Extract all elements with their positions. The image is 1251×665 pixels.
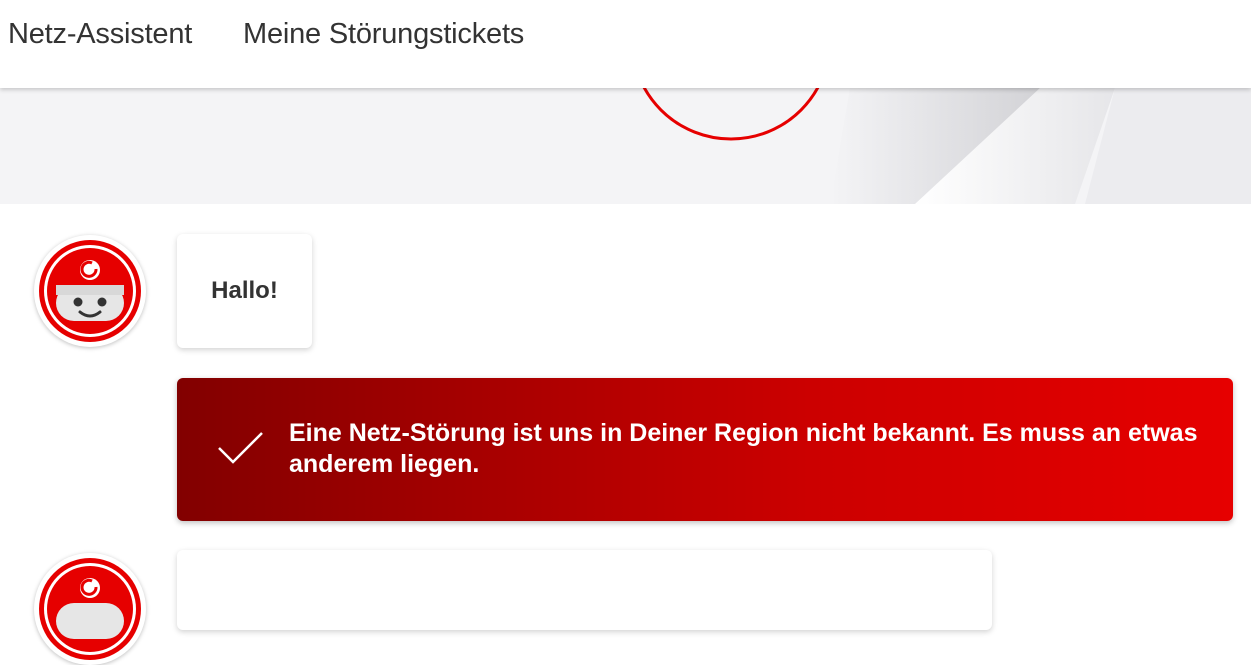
hero-banner [0,88,1251,204]
hero-ring-graphic [642,88,820,141]
nav-link-stoerungstickets[interactable]: Meine Störungstickets [243,18,524,51]
nav-link-netz-assistent[interactable]: Netz-Assistent [8,18,192,51]
checkmark-icon [218,432,263,464]
chat-bubble-next [177,550,992,630]
top-navigation: Netz-Assistent Meine Störungstickets [0,0,1251,88]
assistant-avatar-2 [34,553,146,665]
greeting-text: Hallo! [211,277,278,304]
vodafone-robot-avatar-icon [39,558,141,660]
chat-bubble-greeting: Hallo! [177,234,312,348]
hero-background-graphic [642,88,1251,204]
alert-message: Eine Netz-Störung ist uns in Deiner Regi… [289,419,1198,478]
vodafone-robot-avatar-icon [39,240,141,342]
status-alert-banner: Eine Netz-Störung ist uns in Deiner Regi… [177,378,1233,521]
assistant-avatar [34,235,146,347]
